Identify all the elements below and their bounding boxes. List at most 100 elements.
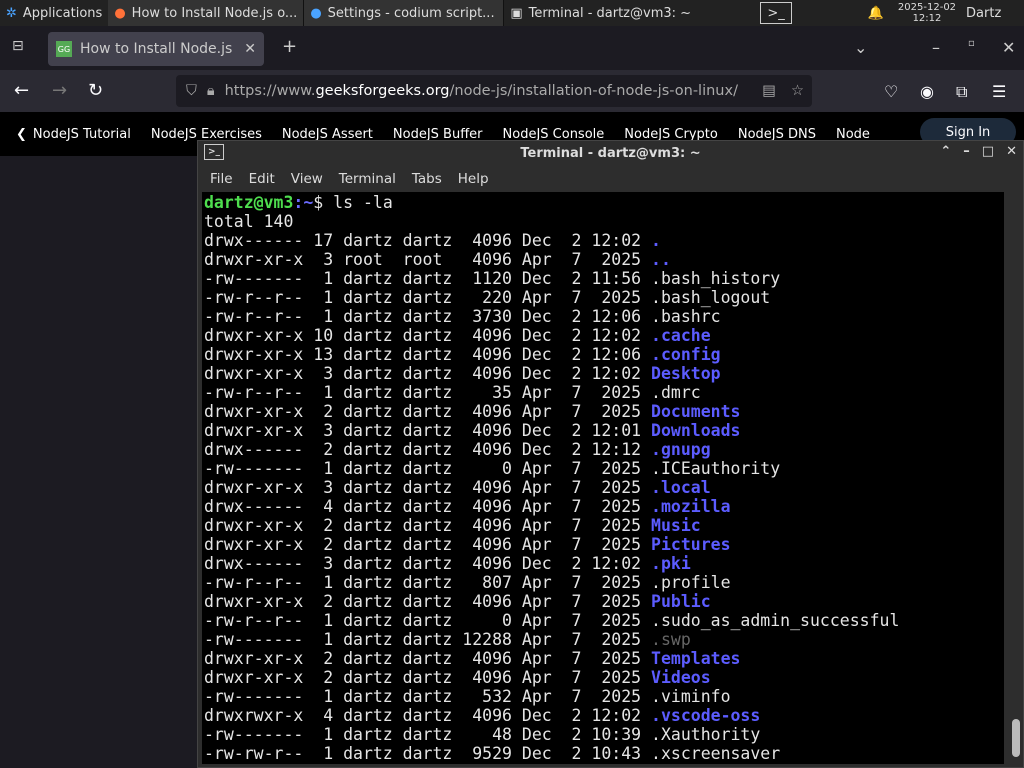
reload-icon[interactable]: ↻ bbox=[88, 80, 103, 101]
file-meta: -rw-r--r-- 1 dartz dartz 807 Apr 7 2025 bbox=[204, 573, 652, 592]
minimize-icon[interactable]: – bbox=[932, 38, 940, 57]
navigation-bar: ← → ↻ ⛉ 🔒︎ https://www.geeksforgeeks.org… bbox=[0, 70, 1024, 112]
file-meta: -rw------- 1 dartz dartz 1120 Dec 2 11:5… bbox=[204, 269, 652, 288]
file-name: .local bbox=[651, 478, 711, 497]
listing-row: -rw-r--r-- 1 dartz dartz 0 Apr 7 2025 .s… bbox=[204, 611, 1004, 630]
file-meta: drwxr-xr-x 3 dartz dartz 4096 Dec 2 12:0… bbox=[204, 421, 652, 440]
notifications[interactable]: 🔔 bbox=[862, 0, 890, 26]
file-name: Music bbox=[651, 516, 701, 535]
listing-row: -rw-r--r-- 1 dartz dartz 220 Apr 7 2025 … bbox=[204, 288, 1004, 307]
menu-icon[interactable]: ☰ bbox=[992, 82, 1006, 101]
file-name: .. bbox=[651, 250, 671, 269]
file-meta: drwxr-xr-x 2 dartz dartz 4096 Apr 7 2025 bbox=[204, 535, 652, 554]
nav-prev-icon[interactable]: ❮ bbox=[16, 127, 27, 142]
file-name: .viminfo bbox=[651, 687, 731, 706]
taskbar-window-firefox[interactable]: ● How to Install Node.js o... bbox=[108, 0, 305, 26]
listing-row: drwx------ 2 dartz dartz 4096 Dec 2 12:1… bbox=[204, 440, 1004, 459]
menu-tabs[interactable]: Tabs bbox=[404, 171, 450, 187]
xfce-logo-icon: ✲ bbox=[6, 5, 17, 21]
listing-row: -rw------- 1 dartz dartz 1120 Dec 2 11:5… bbox=[204, 269, 1004, 288]
listing-row: drwxr-xr-x 2 dartz dartz 4096 Apr 7 2025… bbox=[204, 649, 1004, 668]
terminal-menubar: File Edit View Terminal Tabs Help bbox=[198, 166, 1023, 192]
listing-row: -rw------- 1 dartz dartz 48 Dec 2 10:39 … bbox=[204, 725, 1004, 744]
listing-row: -rw------- 1 dartz dartz 0 Apr 7 2025 .I… bbox=[204, 459, 1004, 478]
file-meta: drwxr-xr-x 10 dartz dartz 4096 Dec 2 12:… bbox=[204, 326, 652, 345]
file-meta: drwxr-xr-x 2 dartz dartz 4096 Apr 7 2025 bbox=[204, 516, 652, 535]
listing-row: drwxr-xr-x 10 dartz dartz 4096 Dec 2 12:… bbox=[204, 326, 1004, 345]
taskbar-window-terminal[interactable]: ▣ Terminal - dartz@vm3: ~ bbox=[504, 0, 704, 26]
listing-row: drwxrwxr-x 4 dartz dartz 4096 Dec 2 12:0… bbox=[204, 706, 1004, 725]
terminal-icon: >_ bbox=[767, 5, 785, 21]
listing-row: drwxr-xr-x 2 dartz dartz 4096 Apr 7 2025… bbox=[204, 592, 1004, 611]
nav-link[interactable]: NodeJS Tutorial bbox=[33, 127, 131, 142]
url-text[interactable]: https://www.geeksforgeeks.org/node-js/in… bbox=[225, 83, 738, 99]
terminal-titlebar[interactable]: >_ Terminal - dartz@vm3: ~ ⌃ – □ ✕ bbox=[198, 141, 1023, 166]
menu-file[interactable]: File bbox=[202, 171, 241, 187]
minimize-icon[interactable]: – bbox=[963, 144, 970, 159]
listing-row: -rw-r--r-- 1 dartz dartz 807 Apr 7 2025 … bbox=[204, 573, 1004, 592]
pocket-icon[interactable]: ♡ bbox=[884, 82, 898, 101]
file-name: .Xauthority bbox=[651, 725, 761, 744]
terminal-output[interactable]: dartz@vm3:~$ ls -la total 140 drwx------ 1… bbox=[202, 192, 1004, 764]
bookmark-star-icon[interactable]: ☆ bbox=[791, 83, 804, 99]
lock-icon[interactable]: 🔒︎ bbox=[207, 83, 215, 99]
file-name: .bash_logout bbox=[651, 288, 771, 307]
applications-menu[interactable]: ✲ Applications bbox=[0, 0, 108, 26]
file-meta: -rw-r--r-- 1 dartz dartz 0 Apr 7 2025 bbox=[204, 611, 652, 630]
maximize-icon[interactable]: ▫ bbox=[968, 38, 975, 49]
user-menu[interactable]: Dartz bbox=[960, 0, 1007, 26]
close-tab-icon[interactable]: ✕ bbox=[244, 41, 256, 57]
listing-row: drwxr-xr-x 2 dartz dartz 4096 Apr 7 2025… bbox=[204, 668, 1004, 687]
listing-row: drwxr-xr-x 3 dartz dartz 4096 Dec 2 12:0… bbox=[204, 364, 1004, 383]
close-icon[interactable]: ✕ bbox=[1006, 144, 1017, 159]
listing-row: drwxr-xr-x 13 dartz dartz 4096 Dec 2 12:… bbox=[204, 345, 1004, 364]
file-meta: drwxr-xr-x 3 dartz dartz 4096 Apr 7 2025 bbox=[204, 478, 652, 497]
menu-terminal[interactable]: Terminal bbox=[331, 171, 404, 187]
close-icon[interactable]: ✕ bbox=[1002, 38, 1015, 57]
tab-list-icon[interactable]: ⊟ bbox=[12, 38, 24, 54]
file-meta: drwx------ 4 dartz dartz 4096 Apr 7 2025 bbox=[204, 497, 652, 516]
maximize-icon[interactable]: □ bbox=[982, 144, 994, 159]
back-icon[interactable]: ← bbox=[14, 80, 29, 101]
file-meta: drwx------ 2 dartz dartz 4096 Dec 2 12:1… bbox=[204, 440, 652, 459]
clock[interactable]: 2025-12-02 12:12 bbox=[898, 2, 956, 24]
file-name: .xscreensaver bbox=[651, 744, 781, 763]
menu-edit[interactable]: Edit bbox=[241, 171, 283, 187]
terminal-icon: >_ bbox=[204, 144, 224, 160]
terminal-window: >_ Terminal - dartz@vm3: ~ ⌃ – □ ✕ File … bbox=[197, 140, 1024, 768]
menu-view[interactable]: View bbox=[283, 171, 331, 187]
listing-row: drwxr-xr-x 2 dartz dartz 4096 Apr 7 2025… bbox=[204, 402, 1004, 421]
prompt-line: dartz@vm3:~$ ls -la bbox=[204, 193, 393, 212]
extensions-icon[interactable]: ⧉ bbox=[956, 82, 967, 102]
menu-help[interactable]: Help bbox=[450, 171, 497, 187]
reader-view-icon[interactable]: ▤ bbox=[762, 83, 776, 99]
taskbar-window-codium[interactable]: ● Settings - codium script... bbox=[304, 0, 505, 26]
file-meta: drwxr-xr-x 13 dartz dartz 4096 Dec 2 12:… bbox=[204, 345, 652, 364]
terminal-launcher[interactable]: >_ bbox=[760, 2, 792, 24]
file-meta: -rw------- 1 dartz dartz 48 Dec 2 10:39 bbox=[204, 725, 652, 744]
file-meta: drwxr-xr-x 2 dartz dartz 4096 Apr 7 2025 bbox=[204, 402, 652, 421]
chevron-down-icon[interactable]: ⌄ bbox=[854, 38, 867, 57]
file-name: .bashrc bbox=[651, 307, 721, 326]
new-tab-icon[interactable]: + bbox=[282, 36, 297, 57]
file-meta: drwxr-xr-x 2 dartz dartz 4096 Apr 7 2025 bbox=[204, 668, 652, 687]
account-icon[interactable]: ◉ bbox=[920, 82, 934, 101]
browser-tab[interactable]: GG How to Install Node.js on ✕ bbox=[48, 32, 264, 66]
listing-row: drwx------ 4 dartz dartz 4096 Apr 7 2025… bbox=[204, 497, 1004, 516]
total-line: total 140 bbox=[204, 212, 294, 231]
shield-icon[interactable]: ⛉ bbox=[186, 83, 197, 99]
shade-icon[interactable]: ⌃ bbox=[940, 144, 951, 159]
file-meta: -rw------- 1 dartz dartz 12288 Apr 7 202… bbox=[204, 630, 652, 649]
file-meta: drwx------ 17 dartz dartz 4096 Dec 2 12:… bbox=[204, 231, 652, 250]
listing-row: drwxr-xr-x 2 dartz dartz 4096 Apr 7 2025… bbox=[204, 516, 1004, 535]
file-name: .config bbox=[651, 345, 721, 364]
listing-row: drwxr-xr-x 3 root root 4096 Apr 7 2025 .… bbox=[204, 250, 1004, 269]
listing-row: drwx------ 17 dartz dartz 4096 Dec 2 12:… bbox=[204, 231, 1004, 250]
file-name: .profile bbox=[651, 573, 731, 592]
file-name: .vscode-oss bbox=[651, 706, 761, 725]
file-meta: -rw------- 1 dartz dartz 0 Apr 7 2025 bbox=[204, 459, 652, 478]
file-name: .gnupg bbox=[651, 440, 711, 459]
scrollbar[interactable] bbox=[1012, 719, 1020, 757]
url-bar[interactable]: ⛉ 🔒︎ https://www.geeksforgeeks.org/node-… bbox=[176, 75, 812, 107]
forward-icon[interactable]: → bbox=[52, 80, 67, 101]
